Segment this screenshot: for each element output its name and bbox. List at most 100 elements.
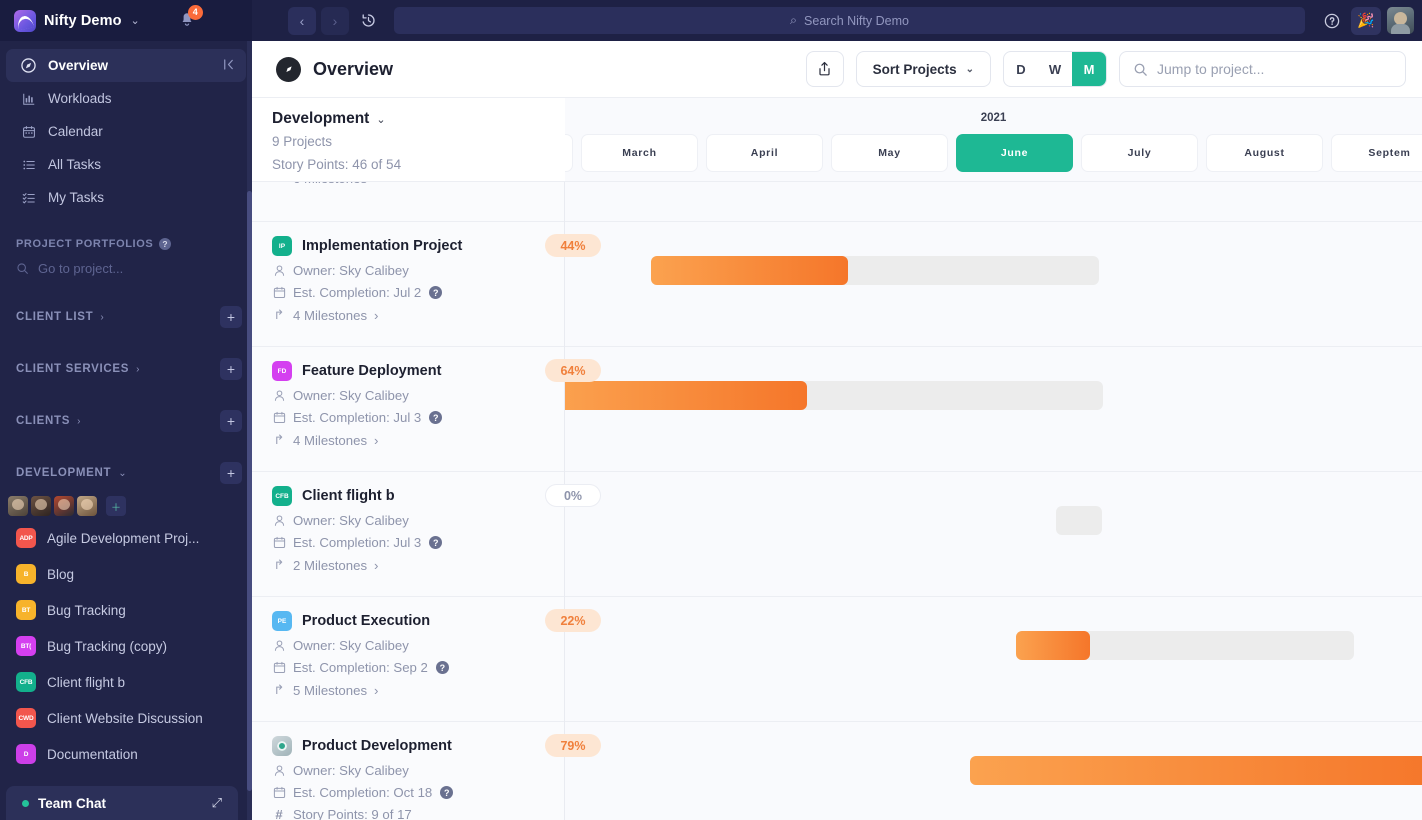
share-button[interactable] xyxy=(806,51,844,87)
app-root: Nifty Demo ⌄ 4 ‹ › ⌕ Search Nifty Demo 🎉 xyxy=(0,0,1422,820)
list-icon xyxy=(20,158,37,172)
sidebar-section-client-list[interactable]: Client List › + xyxy=(0,300,252,334)
chevron-right-icon: › xyxy=(374,433,378,448)
calendar-icon xyxy=(272,536,286,549)
sidebar-project-documentation[interactable]: D Documentation xyxy=(0,736,252,772)
add-project-button[interactable]: + xyxy=(220,462,242,484)
sidebar-item-my-tasks[interactable]: My Tasks xyxy=(6,181,246,214)
month-cell-july[interactable]: July xyxy=(1081,134,1198,172)
help-icon[interactable]: ? xyxy=(429,286,442,299)
sidebar-section-development[interactable]: Development ⌄ + xyxy=(0,456,252,490)
global-search-input[interactable]: ⌕ Search Nifty Demo xyxy=(394,7,1305,34)
group-title-row[interactable]: Development ⌄ xyxy=(272,110,565,128)
project-milestones[interactable]: ↱ 4 Milestones › xyxy=(272,432,565,448)
gantt-bar-track[interactable] xyxy=(970,756,1422,785)
help-icon[interactable]: ? xyxy=(429,411,442,424)
zoom-week-button[interactable]: W xyxy=(1038,52,1072,86)
milestone-icon: ↱ xyxy=(272,182,286,186)
month-cell-partial[interactable] xyxy=(565,134,573,172)
help-icon[interactable]: ? xyxy=(440,786,453,799)
gantt-timeline-column[interactable]: 2021 March April May June July August Se… xyxy=(565,98,1422,820)
month-cell-september[interactable]: Septem xyxy=(1331,134,1422,172)
project-title-row: PE Product Execution xyxy=(272,611,565,631)
timeline-row-product-development[interactable] xyxy=(565,722,1422,820)
help-icon[interactable]: ? xyxy=(429,536,442,549)
sort-projects-button[interactable]: Sort Projects ⌄ xyxy=(856,51,991,87)
gantt-row-partial-top: ↱ 6 Milestones › xyxy=(252,182,565,222)
timeline-row-product-execution[interactable] xyxy=(565,597,1422,722)
whats-new-button[interactable]: 🎉 xyxy=(1351,7,1381,35)
gantt-view: Development ⌄ 9 Projects Story Points: 4… xyxy=(252,98,1422,820)
sidebar-item-workloads[interactable]: Workloads xyxy=(6,82,246,115)
progress-badge: 44% xyxy=(545,234,601,257)
sidebar-project-agile-development[interactable]: ADP Agile Development Proj... xyxy=(0,520,252,556)
month-cell-march[interactable]: March xyxy=(581,134,698,172)
share-icon xyxy=(817,61,832,77)
team-chat-bar[interactable]: Team Chat ⤢ xyxy=(6,786,238,820)
timeline-row-client-flight-b[interactable] xyxy=(565,472,1422,597)
workspace-switcher[interactable]: Nifty Demo ⌄ 4 xyxy=(0,0,252,41)
sidebar-section-client-services[interactable]: Client Services › + xyxy=(0,352,252,386)
gantt-bar-track[interactable] xyxy=(1016,631,1354,660)
add-project-button[interactable]: + xyxy=(220,306,242,328)
gantt-bar-track[interactable] xyxy=(651,256,1099,285)
add-project-button[interactable]: + xyxy=(220,410,242,432)
main-header-tools: Sort Projects ⌄ D W M Jump to project... xyxy=(806,51,1406,87)
help-icon[interactable]: ? xyxy=(159,238,171,250)
back-button[interactable]: ‹ xyxy=(288,7,316,35)
collapse-sidebar-button[interactable] xyxy=(221,57,236,75)
owner-text: Owner: Sky Calibey xyxy=(293,513,409,528)
jump-to-project-input[interactable]: Jump to project... xyxy=(1119,51,1406,87)
gantt-row-client-flight-b[interactable]: CFB Client flight b Owner: Sky Calibey E… xyxy=(252,472,565,597)
zoom-day-button[interactable]: D xyxy=(1004,52,1038,86)
avatar[interactable] xyxy=(54,496,74,516)
project-avatar: ADP xyxy=(16,528,36,548)
zoom-month-button[interactable]: M xyxy=(1072,52,1106,86)
chevron-right-icon: › xyxy=(77,416,80,427)
notifications-button[interactable]: 4 xyxy=(174,8,200,34)
gantt-row-feature-deployment[interactable]: FD Feature Deployment Owner: Sky Calibey… xyxy=(252,347,565,472)
month-cell-april[interactable]: April xyxy=(706,134,823,172)
add-member-button[interactable]: ＋ xyxy=(106,496,126,516)
timeline-row-implementation-project[interactable] xyxy=(565,222,1422,347)
sidebar-item-all-tasks[interactable]: All Tasks xyxy=(6,148,246,181)
month-cell-may[interactable]: May xyxy=(831,134,948,172)
month-cell-june[interactable]: June xyxy=(956,134,1073,172)
progress-badge: 79% xyxy=(545,734,601,757)
avatar[interactable] xyxy=(8,496,28,516)
project-avatar: PE xyxy=(272,611,292,631)
goto-project-input[interactable]: Go to project... xyxy=(0,254,252,282)
sidebar-project-bug-tracking[interactable]: BT Bug Tracking xyxy=(0,592,252,628)
avatar[interactable] xyxy=(31,496,51,516)
project-milestones[interactable]: ↱ 4 Milestones › xyxy=(272,307,565,323)
help-icon[interactable]: ? xyxy=(436,661,449,674)
timeline-row-feature-deployment[interactable] xyxy=(565,347,1422,472)
gantt-row-implementation-project[interactable]: IP Implementation Project Owner: Sky Cal… xyxy=(252,222,565,347)
forward-button[interactable]: › xyxy=(321,7,349,35)
sidebar-section-clients[interactable]: Clients › + xyxy=(0,404,252,438)
gantt-bar-track[interactable] xyxy=(1056,506,1102,535)
gantt-row-product-execution[interactable]: PE Product Execution Owner: Sky Calibey … xyxy=(252,597,565,722)
project-milestones[interactable]: ↱ 2 Milestones › xyxy=(272,557,565,573)
sidebar-item-calendar[interactable]: Calendar xyxy=(6,115,246,148)
gantt-row-product-development[interactable]: Product Development Owner: Sky Calibey E… xyxy=(252,722,565,820)
user-avatar[interactable] xyxy=(1387,7,1414,34)
sidebar-project-client-website-discussion[interactable]: CWD Client Website Discussion xyxy=(0,700,252,736)
sidebar-project-bug-tracking-copy[interactable]: BT( Bug Tracking (copy) xyxy=(0,628,252,664)
expand-icon[interactable]: ⤢ xyxy=(212,795,222,811)
group-title: Development xyxy=(272,110,369,128)
project-milestones[interactable]: ↱ 5 Milestones › xyxy=(272,682,565,698)
sidebar-project-client-flight-b[interactable]: CFB Client flight b xyxy=(0,664,252,700)
avatar[interactable] xyxy=(77,496,97,516)
sidebar-project-blog[interactable]: B Blog xyxy=(0,556,252,592)
add-project-button[interactable]: + xyxy=(220,358,242,380)
recent-history-icon[interactable] xyxy=(354,7,382,35)
history-clock-icon xyxy=(360,12,377,29)
month-cell-august[interactable]: August xyxy=(1206,134,1323,172)
sidebar-item-overview[interactable]: Overview xyxy=(6,49,246,82)
group-milestones[interactable]: 6 Milestones xyxy=(293,182,367,186)
gantt-bar-track[interactable] xyxy=(565,381,1103,410)
help-button[interactable] xyxy=(1319,8,1345,34)
progress-badge: 0% xyxy=(545,484,601,507)
section-label: Client Services xyxy=(16,363,129,375)
